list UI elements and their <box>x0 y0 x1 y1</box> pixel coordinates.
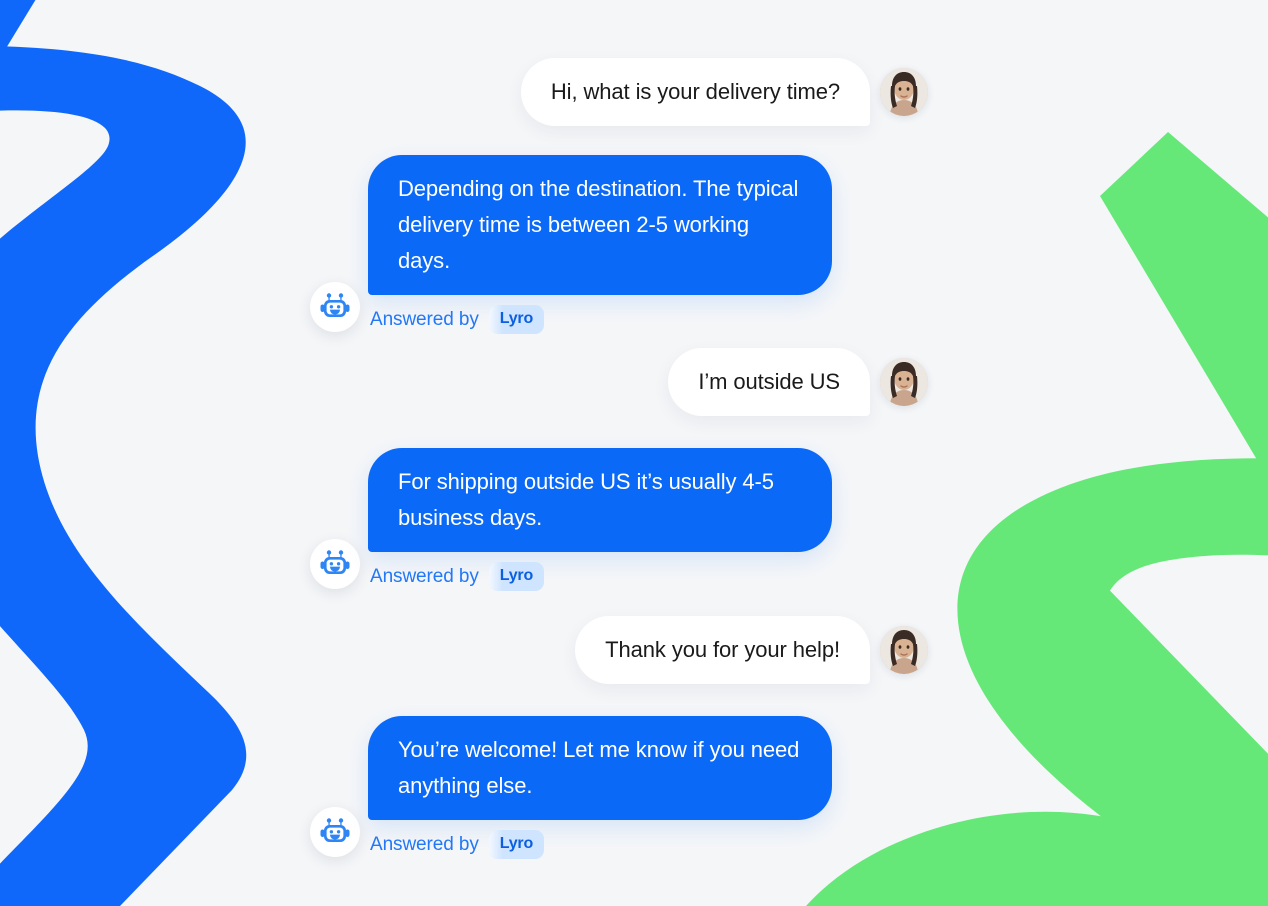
bot-message-stack: You’re welcome! Let me know if you need … <box>368 716 832 859</box>
message-user-1: Hi, what is your delivery time? <box>520 58 928 126</box>
bot-message-stack: For shipping outside US it’s usually 4-5… <box>368 448 832 591</box>
lyro-badge-text: Lyro <box>499 310 534 327</box>
lyro-badge-text: Lyro <box>499 835 534 852</box>
user-avatar-photo <box>880 626 928 674</box>
answered-by-row: Answered by Lyro <box>370 305 545 334</box>
bot-avatar <box>310 282 360 332</box>
lyro-badge: Lyro <box>488 305 545 334</box>
lyro-badge: Lyro <box>488 830 545 859</box>
message-bot-2: For shipping outside US it’s usually 4-5… <box>310 448 832 591</box>
bot-message-bubble: Depending on the destination. The typica… <box>368 155 832 295</box>
lyro-badge-text: Lyro <box>499 567 534 584</box>
avatar <box>880 68 928 116</box>
robot-icon <box>320 818 350 842</box>
avatar <box>880 358 928 406</box>
bot-message-bubble: You’re welcome! Let me know if you need … <box>368 716 832 820</box>
user-message-bubble: I’m outside US <box>668 348 870 416</box>
user-avatar-photo <box>880 358 928 406</box>
message-user-2: I’m outside US <box>668 348 928 416</box>
bot-avatar <box>310 807 360 857</box>
user-message-bubble: Thank you for your help! <box>575 616 870 684</box>
lyro-badge: Lyro <box>488 562 545 591</box>
message-bot-1: Depending on the destination. The typica… <box>310 155 832 334</box>
message-user-3: Thank you for your help! <box>575 616 928 684</box>
answered-by-label: Answered by <box>370 833 479 855</box>
bot-message-bubble: For shipping outside US it’s usually 4-5… <box>368 448 832 552</box>
message-bot-3: You’re welcome! Let me know if you need … <box>310 716 832 859</box>
chat-illustration: Hi, what is your delivery time? Dependin… <box>0 0 1268 906</box>
bot-message-stack: Depending on the destination. The typica… <box>368 155 832 334</box>
answered-by-label: Answered by <box>370 565 479 587</box>
avatar <box>880 626 928 674</box>
answered-by-row: Answered by Lyro <box>370 830 545 859</box>
answered-by-label: Answered by <box>370 308 479 330</box>
robot-icon <box>320 550 350 574</box>
user-message-bubble: Hi, what is your delivery time? <box>520 58 870 126</box>
message-list: Hi, what is your delivery time? Dependin… <box>0 0 1268 906</box>
answered-by-row: Answered by Lyro <box>370 562 545 591</box>
bot-avatar <box>310 539 360 589</box>
user-avatar-photo <box>880 68 928 116</box>
robot-icon <box>320 293 350 317</box>
